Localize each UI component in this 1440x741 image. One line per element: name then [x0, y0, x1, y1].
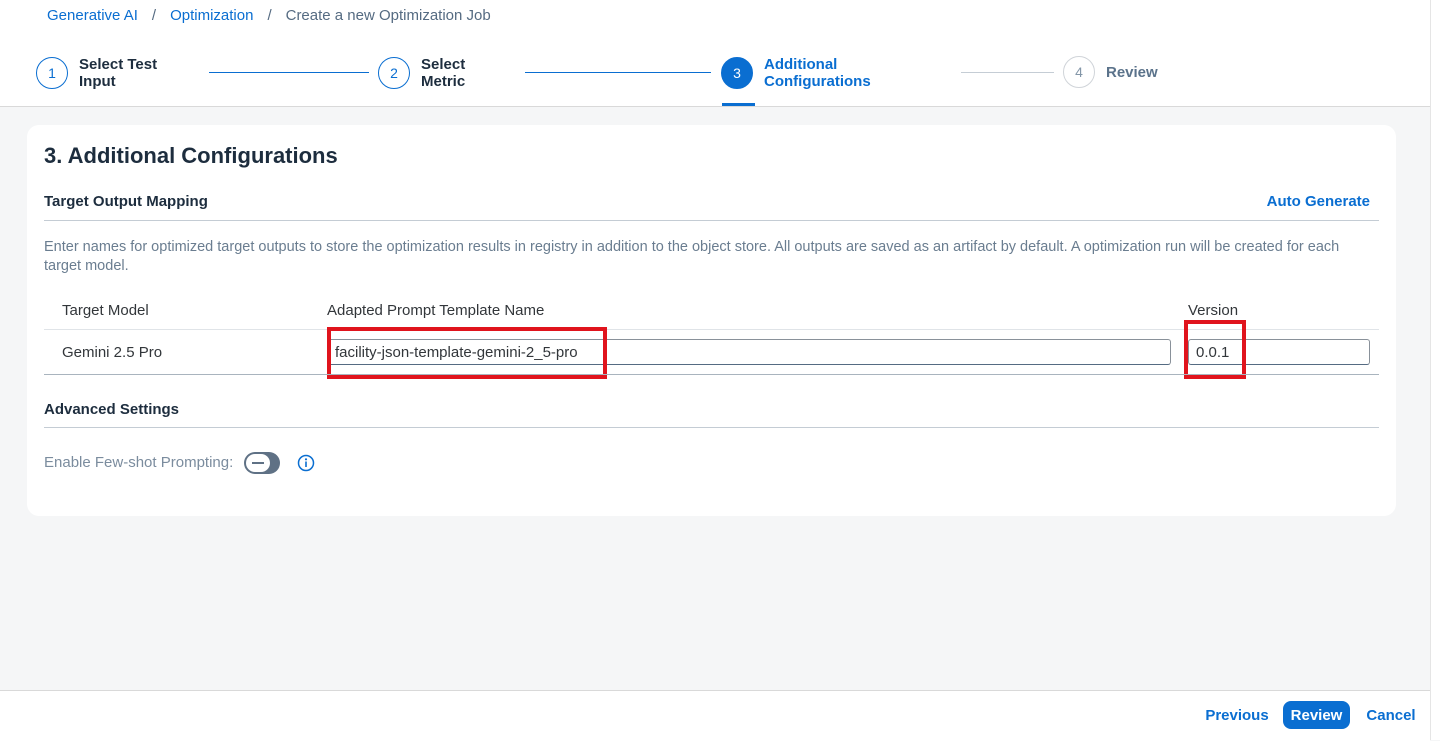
- cancel-button[interactable]: Cancel: [1362, 701, 1420, 729]
- step-label-2: Select Metric: [421, 56, 465, 90]
- step-label-line: Select: [421, 56, 466, 73]
- target-mapping-description: Enter names for optimized target outputs…: [44, 239, 1340, 274]
- column-header-version: Version: [1188, 302, 1239, 319]
- info-icon[interactable]: [297, 454, 315, 472]
- highlight-box-template-name: [327, 327, 607, 379]
- active-step-indicator: [722, 103, 755, 106]
- review-button[interactable]: Review: [1283, 701, 1350, 729]
- step-number-4: 4: [1063, 56, 1095, 88]
- breadcrumb-current: Create a new Optimization Job: [285, 7, 491, 24]
- page-title: 3. Additional Configurations: [44, 143, 338, 168]
- scrollbar-track[interactable]: [1430, 0, 1440, 740]
- step-label-line: Additional: [764, 56, 838, 73]
- step-label-line: Configurations: [764, 73, 871, 90]
- target-output-mapping-title: Target Output Mapping: [44, 193, 208, 210]
- target-model-cell: Gemini 2.5 Pro: [62, 344, 163, 361]
- auto-generate-link[interactable]: Auto Generate: [1267, 193, 1370, 210]
- step-label-4: Review: [1106, 63, 1158, 81]
- toggle-off-icon: [246, 454, 270, 472]
- wizard-step-4[interactable]: 4 Review: [1063, 56, 1158, 88]
- table-header-divider: [44, 329, 1379, 330]
- wizard-step-3[interactable]: 3 Additional Configurations: [721, 56, 871, 90]
- wizard-step-2[interactable]: 2 Select Metric: [378, 56, 465, 90]
- step-number-3: 3: [721, 57, 753, 89]
- few-shot-toggle[interactable]: [244, 452, 280, 474]
- step-connector: [961, 72, 1054, 73]
- wizard-step-1[interactable]: 1 Select Test Input: [36, 56, 157, 90]
- section-divider: [44, 427, 1379, 428]
- breadcrumb-link-generative-ai[interactable]: Generative AI: [47, 7, 138, 24]
- header-bar: Generative AI / Optimization / Create a …: [0, 0, 1430, 107]
- step-label-line: Input: [79, 73, 116, 90]
- table-bottom-divider: [44, 374, 1379, 375]
- step-connector: [525, 72, 711, 73]
- step-label-line: Metric: [421, 73, 466, 90]
- advanced-settings-title: Advanced Settings: [44, 401, 180, 418]
- step-label-3: Additional Configurations: [764, 56, 871, 90]
- step-connector: [209, 72, 369, 73]
- configuration-card: 3. Additional Configurations Target Outp…: [27, 125, 1396, 516]
- step-number-1: 1: [36, 57, 68, 89]
- step-number-2: 2: [378, 57, 410, 89]
- breadcrumb-separator: /: [267, 7, 272, 24]
- highlight-box-version: [1184, 320, 1246, 379]
- step-label-line: Select Test: [79, 56, 158, 73]
- breadcrumb-link-optimization[interactable]: Optimization: [170, 7, 253, 24]
- step-label-1: Select Test Input: [79, 56, 157, 90]
- section-divider: [44, 220, 1379, 221]
- few-shot-label: Enable Few-shot Prompting:: [44, 454, 234, 471]
- breadcrumb-separator: /: [151, 7, 157, 24]
- column-header-template-name: Adapted Prompt Template Name: [327, 302, 545, 319]
- breadcrumb: Generative AI / Optimization / Create a …: [47, 7, 491, 24]
- column-header-target-model: Target Model: [62, 302, 149, 319]
- footer-bar: Previous Review Cancel: [0, 690, 1430, 741]
- previous-button[interactable]: Previous: [1203, 701, 1271, 729]
